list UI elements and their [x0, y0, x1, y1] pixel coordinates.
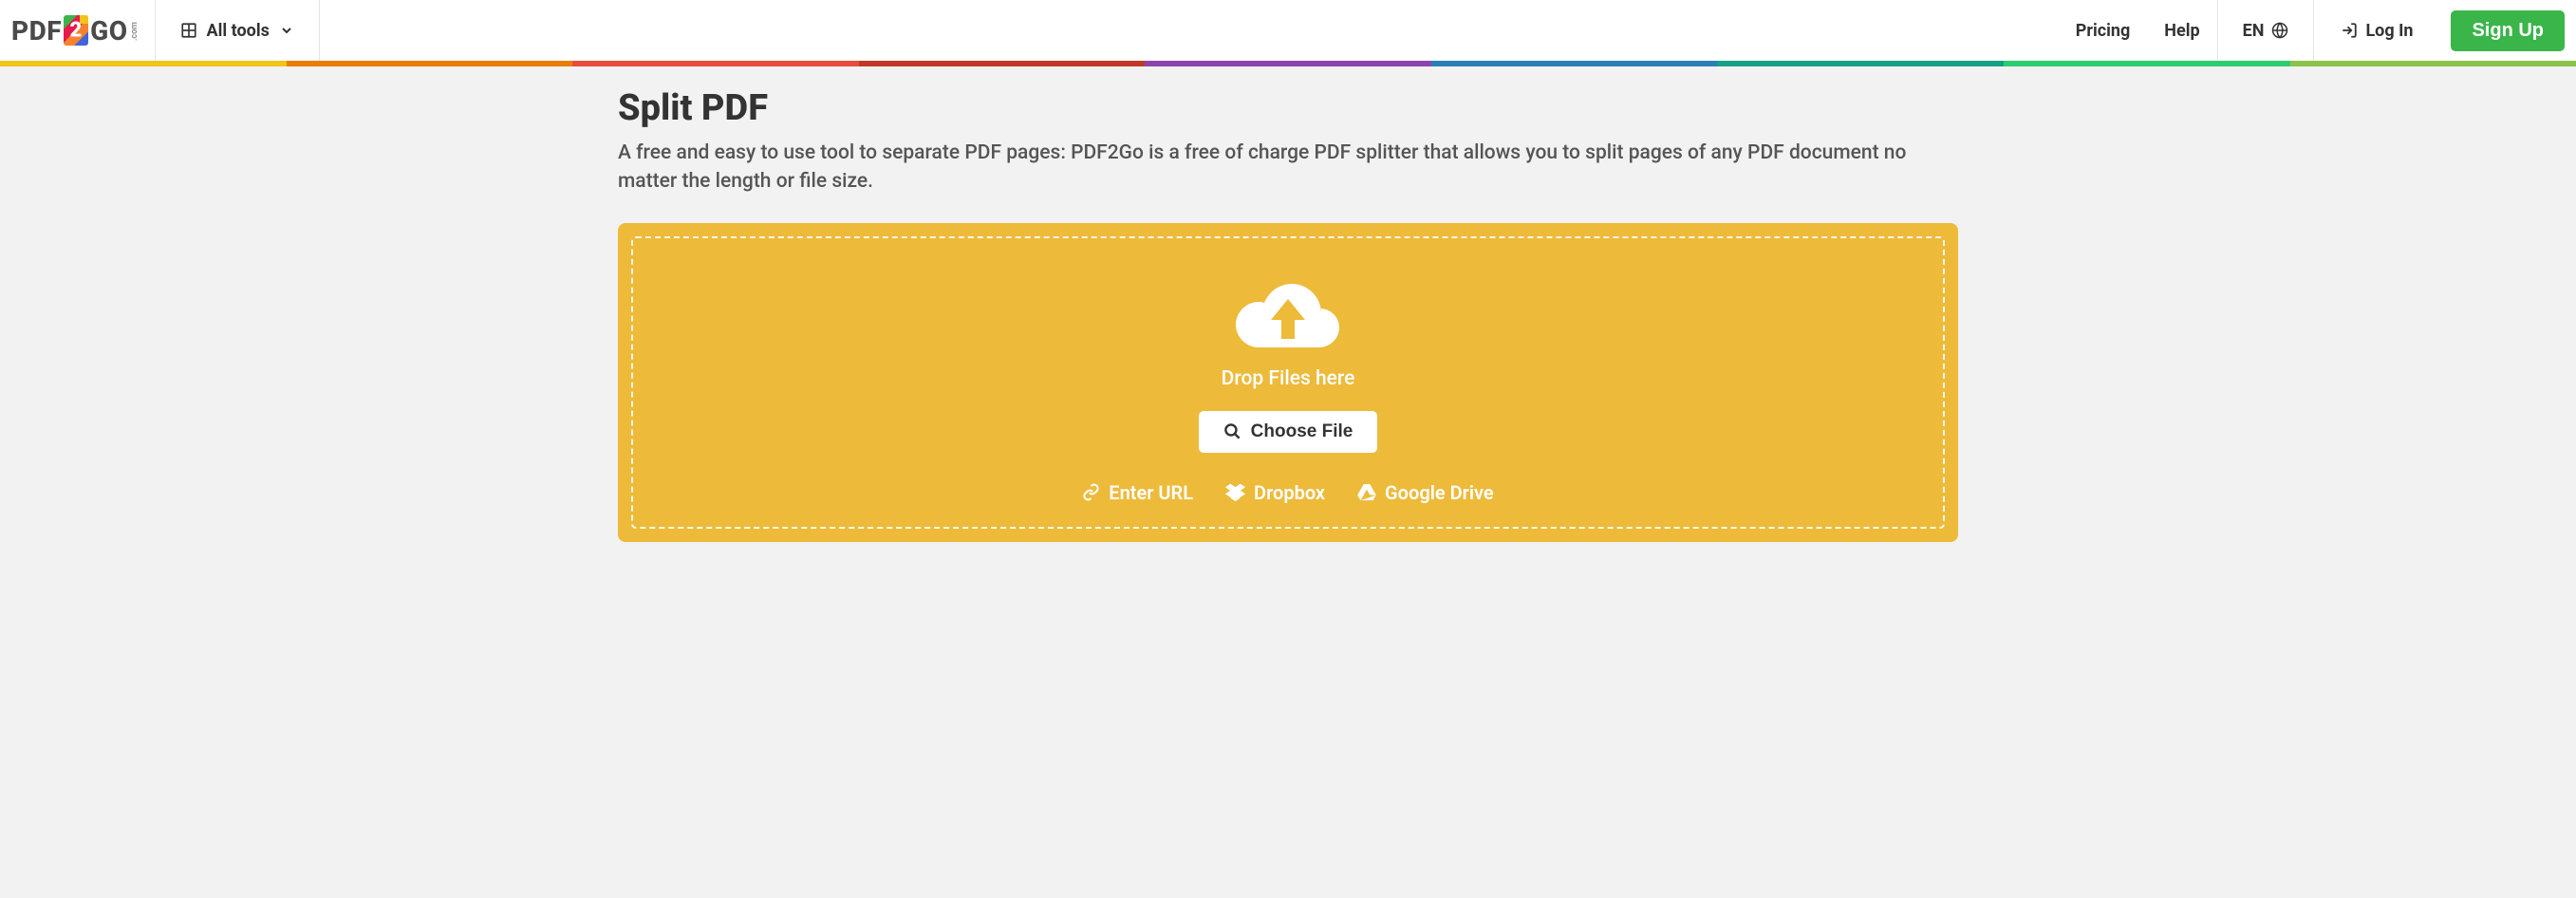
drop-files-text: Drop Files here [1222, 367, 1355, 390]
search-icon [1223, 422, 1241, 440]
logo-pdf: PDF [11, 15, 62, 47]
choose-file-label: Choose File [1251, 421, 1353, 442]
link-icon [1082, 483, 1100, 501]
dropzone-inner: Drop Files here Choose File Enter URL [631, 236, 1945, 529]
login-label: Log In [2365, 21, 2413, 41]
dropbox-label: Dropbox [1254, 481, 1325, 504]
all-tools-dropdown[interactable]: All tools [156, 0, 319, 61]
grid-icon [180, 22, 197, 39]
chevron-down-icon [279, 23, 294, 38]
rainbow-divider [0, 61, 2576, 66]
language-code: EN [2243, 21, 2265, 41]
help-link[interactable]: Help [2147, 0, 2216, 61]
dropbox-icon [1225, 482, 1245, 502]
page-description: A free and easy to use tool to separate … [618, 139, 1958, 196]
alternate-sources: Enter URL Dropbox [1082, 481, 1493, 504]
site-header: PDF 2 GO .com All tools Pricing Help EN [0, 0, 2576, 61]
dropbox-link[interactable]: Dropbox [1225, 481, 1325, 504]
logo-go: GO [90, 15, 127, 47]
help-label: Help [2164, 21, 2199, 41]
google-drive-link[interactable]: Google Drive [1357, 481, 1494, 504]
enter-url-link[interactable]: Enter URL [1082, 481, 1193, 504]
google-drive-icon [1357, 484, 1376, 501]
login-link[interactable]: Log In [2314, 0, 2439, 61]
main-container: Split PDF A free and easy to use tool to… [618, 66, 1958, 542]
logo[interactable]: PDF 2 GO .com [0, 0, 155, 61]
enter-url-label: Enter URL [1109, 481, 1193, 504]
pricing-link[interactable]: Pricing [2059, 0, 2147, 61]
choose-file-button[interactable]: Choose File [1199, 411, 1378, 453]
cloud-upload-icon [1231, 271, 1345, 356]
pricing-label: Pricing [2076, 21, 2130, 41]
google-drive-label: Google Drive [1385, 481, 1494, 504]
file-dropzone[interactable]: Drop Files here Choose File Enter URL [618, 223, 1958, 542]
globe-icon [2271, 22, 2288, 39]
logo-mark: 2 [64, 15, 88, 46]
all-tools-label: All tools [207, 21, 270, 41]
signup-wrap: Sign Up [2439, 0, 2576, 61]
language-selector[interactable]: EN [2218, 0, 2314, 61]
login-icon [2341, 22, 2358, 39]
logo-com: .com [130, 22, 140, 41]
page-title: Split PDF [618, 87, 1958, 129]
signup-button[interactable]: Sign Up [2451, 10, 2565, 51]
